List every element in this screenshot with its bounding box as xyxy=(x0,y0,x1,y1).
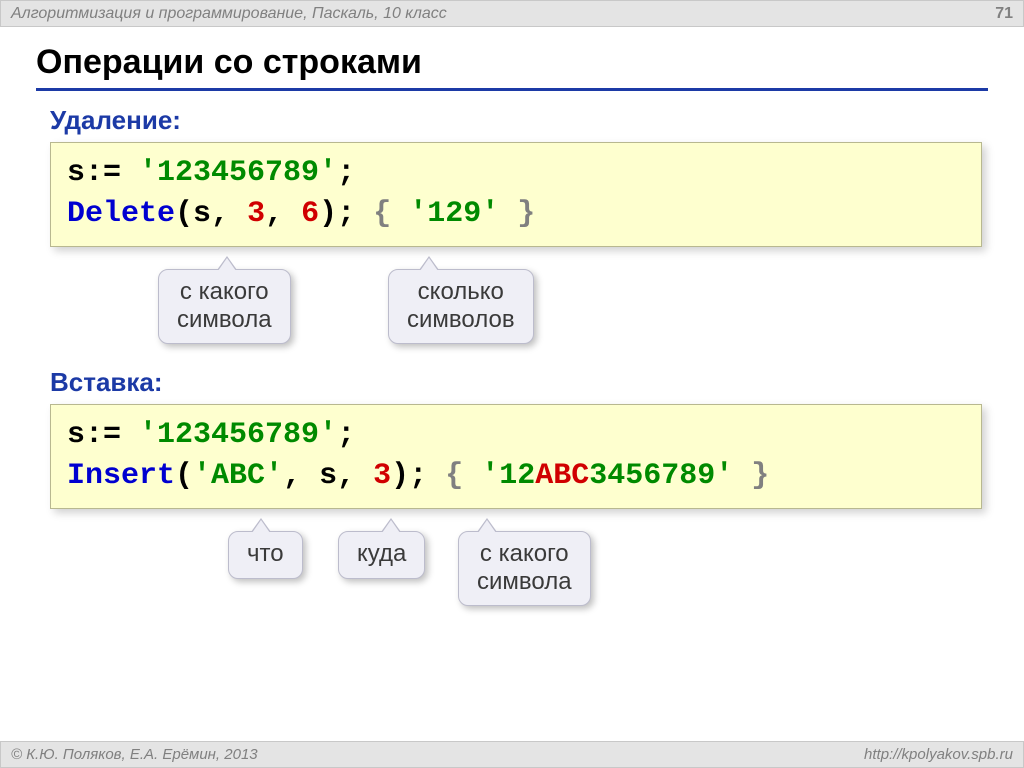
copyright: © К.Ю. Поляков, Е.А. Ерёмин, 2013 xyxy=(11,746,258,763)
semicolon: ; xyxy=(337,156,355,190)
fn-insert: Insert xyxy=(67,459,175,493)
callout-what: что xyxy=(228,531,303,579)
header-bar: Алгоритмизация и программирование, Паска… xyxy=(0,0,1024,27)
slide-content: Операции со строками Удаление: s:= '1234… xyxy=(0,27,1024,629)
string-literal: '123456789' xyxy=(139,418,337,452)
arg-index: 3 xyxy=(373,459,391,493)
callout-from-char: с какогосимвола xyxy=(158,269,291,344)
page-title: Операции со строками xyxy=(36,43,988,91)
source-url: http://kpolyakov.spb.ru xyxy=(864,746,1013,763)
comment-open: { xyxy=(373,197,409,231)
comma: , xyxy=(337,459,355,493)
arg-var: s xyxy=(319,459,337,493)
comma: , xyxy=(283,459,301,493)
var-s: s xyxy=(67,156,85,190)
comma: , xyxy=(211,197,229,231)
section-delete-heading: Удаление: xyxy=(50,105,988,136)
footer-bar: © К.Ю. Поляков, Е.А. Ерёмин, 2013 http:/… xyxy=(0,741,1024,768)
comment-result: '129' xyxy=(409,197,499,231)
code-line: Insert('ABC', s, 3); { '12ABC3456789' } xyxy=(67,456,965,497)
comment-close: } xyxy=(499,197,535,231)
comment-part2: 3456789' xyxy=(589,459,733,493)
comment-inserted: ABC xyxy=(535,459,589,493)
arg-var: s xyxy=(193,197,211,231)
callouts-delete: с какогосимвола сколькосимволов xyxy=(50,247,988,357)
callout-where: куда xyxy=(338,531,425,579)
code-line: Delete(s, 3, 6); { '129' } xyxy=(67,194,965,235)
code-insert: s:= '123456789'; Insert('ABC', s, 3); { … xyxy=(50,404,982,509)
semicolon: ; xyxy=(337,197,355,231)
comment-part1: '12 xyxy=(481,459,535,493)
section-insert-heading: Вставка: xyxy=(50,367,988,398)
arg-count: 6 xyxy=(301,197,319,231)
comma: , xyxy=(265,197,283,231)
callout-from-char: с какогосимвола xyxy=(458,531,591,606)
paren-close: ) xyxy=(391,459,409,493)
comment-close: } xyxy=(733,459,769,493)
op-assign: := xyxy=(85,156,139,190)
breadcrumb: Алгоритмизация и программирование, Паска… xyxy=(11,5,447,23)
op-assign: := xyxy=(85,418,139,452)
code-line: s:= '123456789'; xyxy=(67,415,965,456)
fn-delete: Delete xyxy=(67,197,175,231)
string-literal: '123456789' xyxy=(139,156,337,190)
arg-what: 'ABC' xyxy=(193,459,283,493)
comment-open: { xyxy=(445,459,481,493)
var-s: s xyxy=(67,418,85,452)
code-line: s:= '123456789'; xyxy=(67,153,965,194)
page-number: 71 xyxy=(995,5,1013,23)
paren-open: ( xyxy=(175,197,193,231)
paren-open: ( xyxy=(175,459,193,493)
semicolon: ; xyxy=(337,418,355,452)
code-delete: s:= '123456789'; Delete(s, 3, 6); { '129… xyxy=(50,142,982,247)
paren-close: ) xyxy=(319,197,337,231)
semicolon: ; xyxy=(409,459,427,493)
arg-index: 3 xyxy=(247,197,265,231)
callout-count: сколькосимволов xyxy=(388,269,534,344)
callouts-insert: что куда с какогосимвола xyxy=(50,509,988,629)
